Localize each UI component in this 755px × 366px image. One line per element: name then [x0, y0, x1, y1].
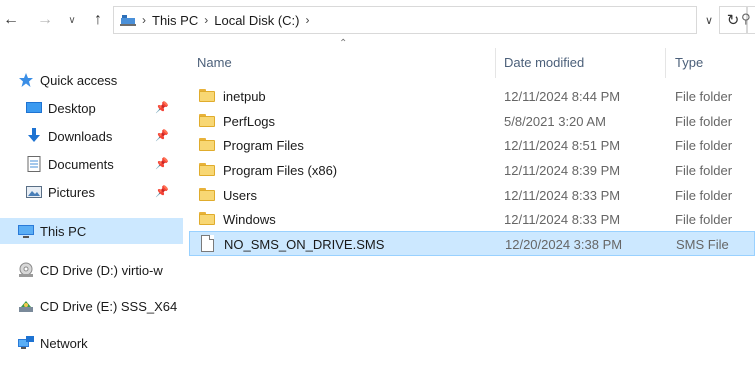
documents-icon	[26, 156, 42, 172]
sidebar-item-documents[interactable]: Documents 📌	[0, 152, 183, 176]
table-row[interactable]: Program Files (x86) 12/11/2024 8:39 PM F…	[189, 158, 755, 182]
file-type: File folder	[675, 88, 733, 104]
file-date: 12/20/2024 3:38 PM	[505, 236, 623, 252]
computer-icon	[120, 14, 136, 26]
breadcrumb-separator-icon: ›	[142, 13, 146, 27]
table-row[interactable]: inetpub 12/11/2024 8:44 PM File folder	[189, 84, 755, 108]
sidebar-item-label: Pictures	[48, 184, 95, 200]
file-date: 5/8/2021 3:20 AM	[504, 113, 606, 129]
computer-icon	[18, 223, 34, 239]
column-divider[interactable]	[495, 48, 496, 78]
search-input[interactable]: ⚲	[741, 6, 755, 34]
pin-icon[interactable]: 📌	[155, 129, 169, 142]
chevron-down-icon: ∨	[68, 14, 76, 26]
breadcrumb-separator-icon[interactable]: ›	[204, 13, 208, 27]
desktop-icon	[26, 100, 42, 116]
up-arrow-icon: ↑	[94, 11, 102, 28]
sidebar-item-label: Documents	[48, 156, 114, 172]
pictures-icon	[26, 184, 42, 200]
forward-button[interactable]: →	[36, 10, 54, 30]
file-name: inetpub	[223, 88, 266, 104]
folder-icon	[199, 138, 215, 151]
cd-drive-icon	[18, 298, 34, 314]
file-list: ⌃ Name Date modified Type inetpub 12/11/…	[189, 38, 755, 366]
file-type: File folder	[675, 137, 733, 153]
address-bar[interactable]: › This PC › Local Disk (C:) ›	[113, 6, 697, 34]
column-header-date[interactable]: Date modified	[504, 50, 584, 74]
file-date: 12/11/2024 8:33 PM	[504, 187, 621, 203]
table-row[interactable]: Windows 12/11/2024 8:33 PM File folder	[189, 207, 755, 231]
column-header-label: Date modified	[504, 54, 585, 70]
file-name: PerfLogs	[223, 113, 276, 129]
table-row[interactable]: Program Files 12/11/2024 8:51 PM File fo…	[189, 133, 755, 157]
table-row[interactable]: Users 12/11/2024 8:33 PM File folder	[189, 183, 755, 207]
sidebar-item-label: Network	[40, 335, 88, 351]
download-icon	[26, 128, 42, 144]
star-icon	[18, 72, 34, 88]
column-divider[interactable]	[665, 48, 666, 78]
up-button[interactable]: ↑	[89, 10, 107, 30]
sidebar-item-pictures[interactable]: Pictures 📌	[0, 180, 183, 204]
sort-ascending-icon: ⌃	[339, 38, 348, 49]
sidebar-item-label: Desktop	[48, 100, 96, 116]
table-row[interactable]: PerfLogs 5/8/2021 3:20 AM File folder	[189, 109, 755, 133]
column-header-label: Type	[675, 54, 704, 70]
file-type: File folder	[675, 211, 733, 227]
address-history-dropdown[interactable]: ∨	[700, 10, 718, 30]
file-icon	[201, 235, 214, 252]
file-date: 12/11/2024 8:44 PM	[504, 88, 621, 104]
file-name: Program Files (x86)	[223, 162, 338, 178]
pin-icon[interactable]: 📌	[155, 157, 169, 170]
recent-locations-button[interactable]: ∨	[63, 10, 81, 30]
table-row[interactable]: NO_SMS_ON_DRIVE.SMS 12/20/2024 3:38 PM S…	[189, 231, 755, 256]
file-date: 12/11/2024 8:51 PM	[504, 137, 621, 153]
column-header-name[interactable]: Name	[197, 50, 232, 74]
cd-drive-icon	[18, 262, 34, 278]
navigation-pane: Quick access Desktop 📌 Downloads 📌 Docum…	[0, 40, 183, 366]
sidebar-item-cd-drive-d[interactable]: CD Drive (D:) virtio-w	[0, 258, 183, 282]
folder-icon	[199, 163, 215, 176]
file-name: Windows	[223, 211, 276, 227]
breadcrumb-separator-icon[interactable]: ›	[305, 13, 309, 27]
sidebar-item-quick-access[interactable]: Quick access	[0, 68, 183, 92]
breadcrumb-this-pc[interactable]: This PC	[152, 13, 198, 28]
sidebar-item-network[interactable]: Network	[0, 331, 183, 355]
file-type: File folder	[675, 187, 733, 203]
sidebar-item-label: Quick access	[40, 72, 118, 88]
folder-icon	[199, 212, 215, 225]
file-date: 12/11/2024 8:33 PM	[504, 211, 621, 227]
breadcrumb-local-disk[interactable]: Local Disk (C:)	[214, 13, 299, 28]
sidebar-item-desktop[interactable]: Desktop 📌	[0, 96, 183, 120]
back-arrow-icon: ←	[3, 11, 19, 28]
sidebar-item-label: CD Drive (D:) virtio-w	[40, 262, 163, 278]
search-icon: ⚲	[741, 11, 751, 26]
pin-icon[interactable]: 📌	[155, 101, 169, 114]
sidebar-item-label: This PC	[40, 223, 87, 239]
sidebar-item-this-pc[interactable]: This PC	[0, 218, 183, 244]
file-name: Program Files	[223, 137, 304, 153]
sidebar-item-cd-drive-e[interactable]: CD Drive (E:) SSS_X64	[0, 294, 183, 318]
file-name: NO_SMS_ON_DRIVE.SMS	[224, 236, 385, 252]
pin-icon[interactable]: 📌	[155, 185, 169, 198]
address-toolbar: ← → ∨ ↑ › This PC › Local Disk (C:) › ∨ …	[0, 0, 755, 40]
file-type: File folder	[675, 113, 733, 129]
file-name: Users	[223, 187, 257, 203]
back-button[interactable]: ←	[2, 10, 20, 30]
sidebar-item-label: CD Drive (E:) SSS_X64	[40, 298, 178, 314]
column-header-type[interactable]: Type	[675, 50, 703, 74]
sidebar-item-downloads[interactable]: Downloads 📌	[0, 124, 183, 148]
file-type: SMS File	[676, 236, 729, 252]
chevron-down-icon: ∨	[704, 14, 714, 27]
folder-icon	[199, 89, 215, 102]
sidebar-item-label: Downloads	[48, 128, 113, 144]
folder-icon	[199, 114, 215, 127]
refresh-icon: ↻	[726, 12, 740, 29]
forward-arrow-icon: →	[37, 11, 53, 28]
file-date: 12/11/2024 8:39 PM	[504, 162, 621, 178]
folder-icon	[199, 188, 215, 201]
network-icon	[18, 335, 34, 351]
column-header-label: Name	[197, 54, 232, 70]
file-type: File folder	[675, 162, 733, 178]
